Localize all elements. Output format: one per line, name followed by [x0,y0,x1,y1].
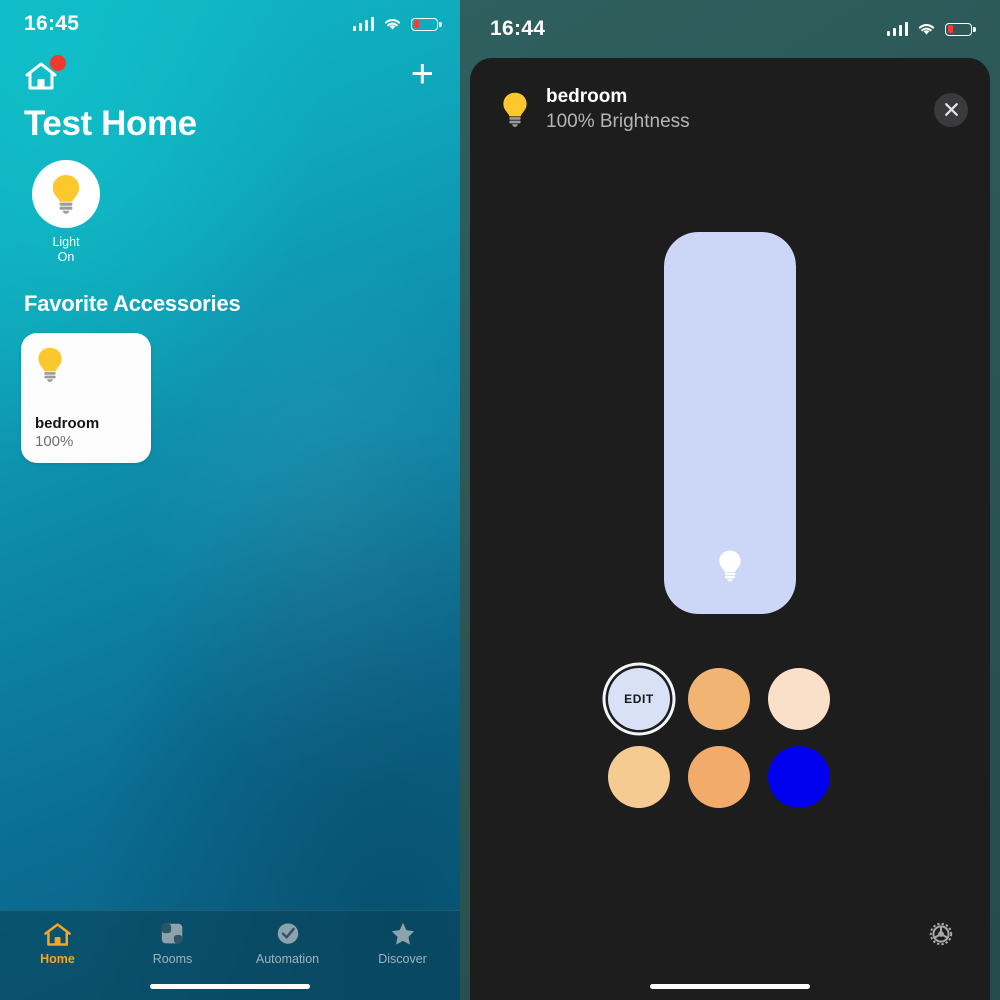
color-swatch-orange[interactable] [688,668,750,730]
tab-label: Rooms [152,952,193,966]
brightness-slider[interactable] [664,232,796,614]
home-nav-row: + [0,48,460,94]
tab-label: Automation [255,952,320,966]
home-button[interactable] [24,55,66,94]
accessory-name: bedroom [35,415,100,432]
status-bar-time: 16:44 [490,17,546,40]
battery-low-icon [411,17,442,31]
edit-label: EDIT [624,692,654,706]
color-swatch-grid: EDIT [608,668,852,808]
brightness-slider-wrap [470,232,990,614]
color-swatch-amber[interactable] [688,746,750,808]
close-button[interactable] [934,92,968,127]
sheet-header: bedroom 100% Brightness [470,58,990,134]
house-icon [43,923,71,946]
status-bar-right: 16:44 [460,0,1000,58]
section-title-favorites: Favorite Accessories [24,291,241,316]
tab-rooms[interactable]: Rooms [115,921,230,966]
lightbulb-icon [38,347,62,382]
status-item-line2: On [57,250,75,264]
page-title: Test Home [24,104,197,143]
bottom-tab-bar: Home Rooms Automation Discover [0,910,460,1000]
color-swatch-blue[interactable] [768,746,830,808]
wifi-icon [918,24,935,35]
dual-phone-screenshot: 16:45 + Test Home Light On Favorite Acce… [0,0,1000,1000]
battery-low-icon [945,22,976,36]
notification-dot [50,55,66,71]
rooms-icon [161,923,182,944]
status-bar-indicators [886,22,976,36]
status-summary-row: Light On [0,144,460,265]
accessory-title: bedroom [546,86,628,107]
favorite-accessories-row: bedroom 100% [0,317,460,463]
accessory-value: 100% [35,433,74,450]
star-icon [391,922,414,945]
accessory-detail-sheet: bedroom 100% Brightness EDIT [470,58,990,1000]
color-swatch-cream[interactable] [768,668,830,730]
sheet-title-block: bedroom 100% Brightness [546,85,934,134]
lightbulb-icon [52,175,80,214]
status-bar-left: 16:45 [0,0,460,48]
edit-swatch-button[interactable]: EDIT [608,668,670,730]
tab-automation[interactable]: Automation [230,921,345,966]
tab-home[interactable]: Home [0,921,115,966]
accessory-tile-bedroom[interactable]: bedroom 100% [21,333,151,463]
lightbulb-icon [719,550,741,582]
tab-label: Home [40,952,75,966]
status-bar-indicators [352,17,442,31]
settings-button[interactable] [926,919,956,954]
status-item-light[interactable]: Light On [20,160,112,265]
slider-bulb-indicator [716,549,744,588]
status-circle [32,160,100,228]
color-swatch-peach[interactable] [608,746,670,808]
cellular-signal-icon [352,17,374,31]
home-indicator [650,984,810,989]
tab-label: Discover [378,952,427,966]
wifi-icon [384,19,401,30]
accessory-detail-screen: 16:44 bedroom 100% Brightness EDIT [460,0,1000,1000]
add-accessory-button[interactable]: + [411,54,434,94]
tab-discover[interactable]: Discover [345,921,460,966]
lightbulb-icon [503,92,527,127]
status-bar-time: 16:45 [24,12,80,35]
cellular-signal-icon [886,22,908,36]
accessory-subtitle: 100% Brightness [546,111,690,132]
sheet-accessory-icon [494,91,536,128]
gear-icon [929,922,953,946]
clock-check-icon [277,923,298,944]
status-item-line1: Light [52,235,80,249]
close-icon [944,103,958,116]
accessory-tile-text: bedroom 100% [35,415,137,450]
home-app-screen: 16:45 + Test Home Light On Favorite Acce… [0,0,460,1000]
status-item-label: Light On [52,235,79,265]
home-indicator [150,984,310,989]
